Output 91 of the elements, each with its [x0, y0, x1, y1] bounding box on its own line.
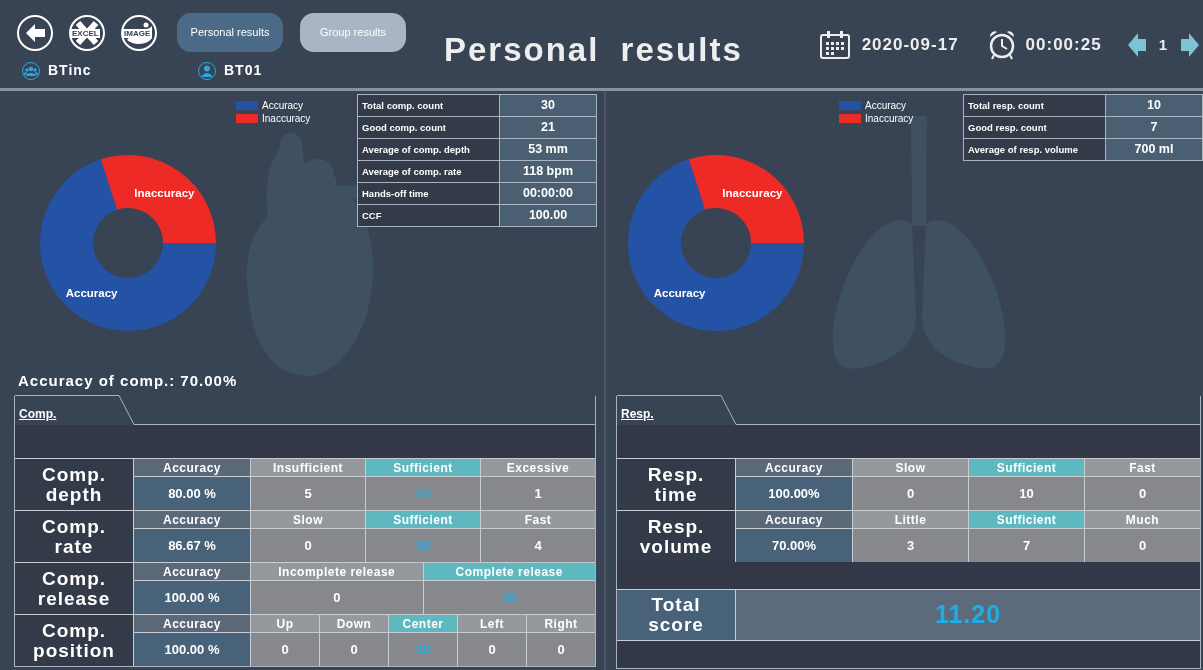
- slice-label: Inaccuracy: [722, 186, 783, 199]
- excel-export-button[interactable]: EXCEL: [69, 14, 105, 51]
- column-header: Right: [527, 615, 595, 633]
- slice-label: Accuracy: [65, 287, 118, 300]
- count-value: 3: [853, 529, 968, 562]
- accuracy-value: 100.00 %: [134, 581, 250, 614]
- legend-label: Accuracy: [262, 99, 304, 112]
- count-value: 0: [1085, 477, 1200, 510]
- slice-label: Inaccuracy: [134, 186, 195, 199]
- stat-value: 30: [499, 94, 597, 117]
- calendar-icon: [818, 30, 851, 60]
- count-value: 0: [251, 529, 365, 562]
- count-value: 0: [458, 633, 526, 666]
- column-header: Sufficient: [366, 459, 480, 477]
- column-header: Sufficient: [969, 459, 1084, 477]
- accuracy-value: 70.00%: [736, 529, 852, 562]
- column-header: Fast: [1085, 459, 1200, 477]
- user-name: BTinc: [48, 61, 92, 80]
- accuracy-summary: Accuracy of comp.: 70.00%: [18, 371, 239, 391]
- count-value: 30: [423, 581, 595, 614]
- column-header: Left: [458, 615, 526, 633]
- view-tab[interactable]: Personal results: [177, 13, 283, 52]
- count-value: 4: [481, 529, 595, 562]
- accuracy-value: 80.00 %: [134, 477, 250, 510]
- user-icon: [198, 61, 216, 80]
- stat-label: Average of comp. depth: [357, 138, 500, 161]
- legend-label: Inaccuracy: [262, 112, 311, 125]
- column-header: Accuracy: [134, 511, 250, 529]
- column-header: Much: [1085, 511, 1200, 529]
- next-page-button[interactable]: [1181, 33, 1199, 57]
- column-header: Sufficient: [366, 511, 480, 529]
- stat-label: Hands-off time: [357, 182, 500, 205]
- stat-label: Average of resp. volume: [963, 138, 1106, 161]
- stat-value: 10: [1105, 94, 1203, 117]
- count-value: 24: [366, 477, 480, 510]
- column-header: Slow: [853, 459, 968, 477]
- column-header: Accuracy: [134, 459, 250, 477]
- column-header: Down: [320, 615, 388, 633]
- count-value: 0: [251, 581, 423, 614]
- count-value: 30: [389, 633, 457, 666]
- stat-label: Total resp. count: [963, 94, 1106, 117]
- total-score-label: Total score: [617, 590, 735, 640]
- column-header: Little: [853, 511, 968, 529]
- user-name: BT01: [224, 61, 263, 80]
- section-tab[interactable]: Resp.: [617, 395, 737, 425]
- count-value: 0: [853, 477, 968, 510]
- count-value: 0: [320, 633, 388, 666]
- stat-label: Total comp. count: [357, 94, 500, 117]
- count-value: 5: [251, 477, 365, 510]
- time-text: 00:00:25: [1025, 34, 1102, 57]
- column-header: Sufficient: [969, 511, 1084, 529]
- stat-label: Average of comp. rate: [357, 160, 500, 183]
- image-export-button[interactable]: IMAGE: [121, 14, 157, 51]
- page-title: Personal results: [444, 30, 743, 70]
- count-value: 10: [969, 477, 1084, 510]
- total-score-value: 11.20: [735, 590, 1200, 640]
- count-value: 1: [481, 477, 595, 510]
- group-icon: [22, 61, 40, 80]
- left-arrow-icon: [1127, 33, 1146, 57]
- column-header: Slow: [251, 511, 365, 529]
- accuracy-value: 100.00 %: [134, 633, 250, 666]
- column-header: Fast: [481, 511, 595, 529]
- page-number: 1: [1158, 34, 1168, 55]
- column-header: Up: [251, 615, 319, 633]
- column-header: Center: [389, 615, 457, 633]
- count-value: 0: [1085, 529, 1200, 562]
- date-text: 2020-09-17: [861, 34, 959, 57]
- column-header: Incomplete release: [251, 563, 423, 581]
- back-button[interactable]: [17, 14, 53, 51]
- count-value: 0: [251, 633, 319, 666]
- column-header: Accuracy: [736, 459, 852, 477]
- accuracy-value: 100.00%: [736, 477, 852, 510]
- right-arrow-icon: [1181, 33, 1199, 57]
- column-header: Complete release: [423, 563, 595, 581]
- stat-label: CCF: [357, 204, 500, 227]
- previous-page-button[interactable]: [1127, 33, 1146, 57]
- column-header: Accuracy: [736, 511, 852, 529]
- legend-label: Accuracy: [865, 99, 907, 112]
- legend-label: Inaccuracy: [865, 112, 914, 125]
- slice-label: Accuracy: [653, 287, 706, 300]
- column-header: Accuracy: [134, 615, 250, 633]
- column-header: Insufficient: [251, 459, 365, 477]
- stat-label: Good resp. count: [963, 116, 1106, 139]
- stat-label: Good comp. count: [357, 116, 500, 139]
- column-header: Accuracy: [134, 563, 250, 581]
- accuracy-value: 86.67 %: [134, 529, 250, 562]
- count-value: 26: [366, 529, 480, 562]
- column-header: Excessive: [481, 459, 595, 477]
- count-value: 0: [527, 633, 595, 666]
- count-value: 7: [969, 529, 1084, 562]
- section-tab[interactable]: Comp.: [15, 395, 135, 425]
